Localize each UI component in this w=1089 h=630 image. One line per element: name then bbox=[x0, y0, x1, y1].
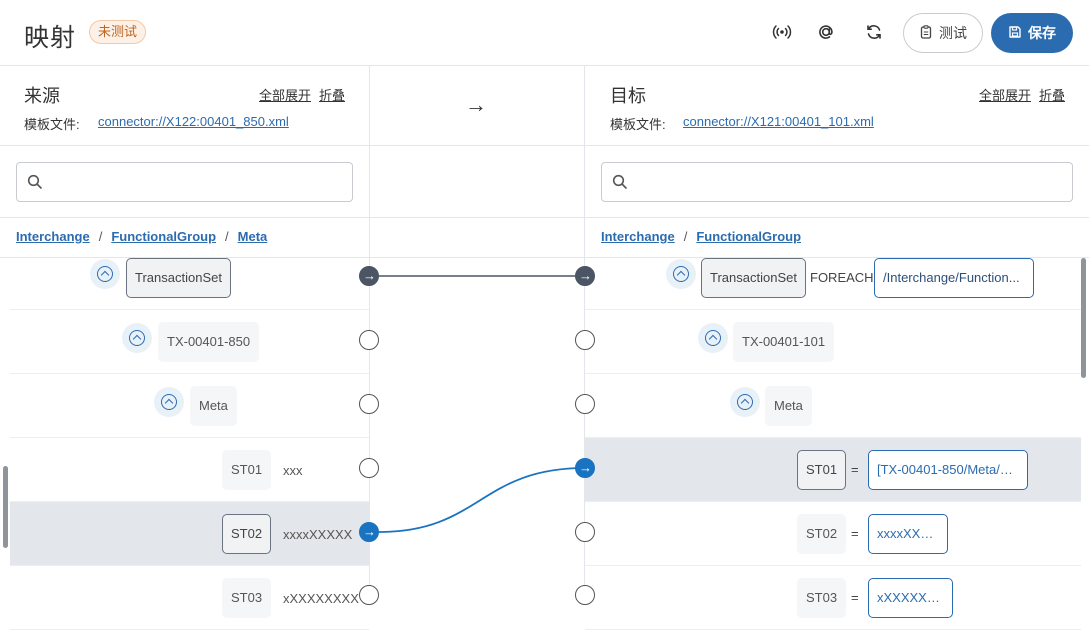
target-port[interactable] bbox=[575, 522, 595, 542]
source-port[interactable] bbox=[359, 330, 379, 350]
source-port[interactable] bbox=[359, 458, 379, 478]
mapping-connections bbox=[378, 275, 586, 533]
source-scrollbar[interactable] bbox=[3, 466, 8, 548]
source-port-transactionset[interactable]: → bbox=[359, 266, 379, 286]
target-port-transactionset[interactable]: → bbox=[575, 266, 595, 286]
target-scrollbar[interactable] bbox=[1081, 258, 1086, 378]
source-port[interactable] bbox=[359, 585, 379, 605]
connection-line bbox=[378, 467, 586, 533]
source-port[interactable] bbox=[359, 394, 379, 414]
target-port[interactable] bbox=[575, 330, 595, 350]
target-port[interactable] bbox=[575, 585, 595, 605]
source-port-st02[interactable]: → bbox=[359, 522, 379, 542]
target-port-st01[interactable]: → bbox=[575, 458, 595, 478]
target-port[interactable] bbox=[575, 394, 595, 414]
